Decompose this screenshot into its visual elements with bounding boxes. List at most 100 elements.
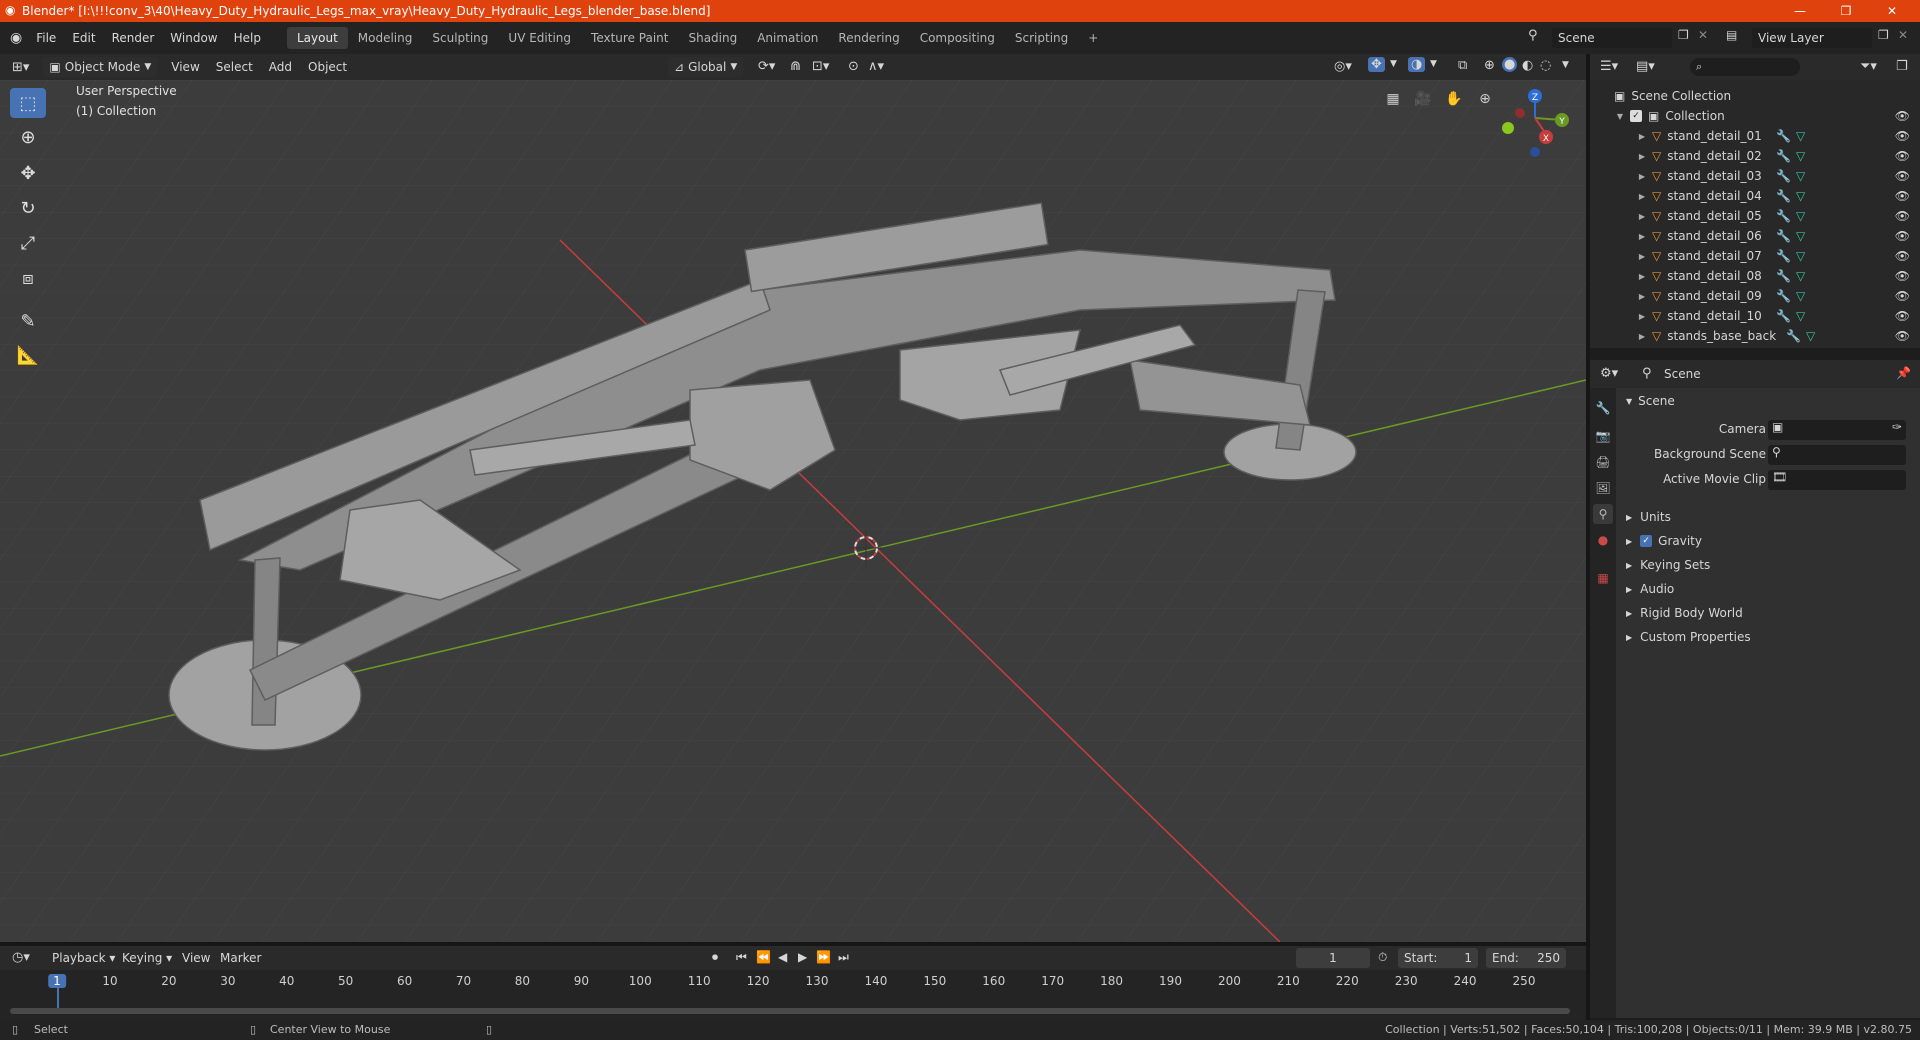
- expand-arrow-icon[interactable]: ▶: [1636, 332, 1648, 341]
- outliner-collection[interactable]: ▼ ✓ ▣ Collection 👁: [1590, 106, 1920, 126]
- jump-start-button[interactable]: ⏮: [736, 950, 747, 965]
- modifier-icon[interactable]: 🔧: [1776, 189, 1791, 203]
- properties-section-units[interactable]: ▶ Units: [1626, 506, 1671, 528]
- viewport-menu-view[interactable]: View: [163, 57, 207, 77]
- editor-type-icon[interactable]: ⊞▾: [12, 60, 29, 75]
- outliner-object-row[interactable]: ▶ ▽ stand_detail_02 🔧 ▽ 👁: [1590, 146, 1920, 166]
- minimize-button[interactable]: —: [1780, 0, 1820, 22]
- play-button[interactable]: ▶: [798, 950, 807, 964]
- scale-tool[interactable]: ⤢: [10, 228, 46, 258]
- background-scene-field[interactable]: ⚲: [1768, 445, 1906, 465]
- outliner-object-row[interactable]: ▶ ▽ stand_detail_01 🔧 ▽ 👁: [1590, 126, 1920, 146]
- tool-tab-icon[interactable]: 🔧: [1593, 398, 1613, 418]
- scene-panel-header[interactable]: ▼ Scene: [1626, 390, 1675, 412]
- area-separator[interactable]: [1586, 54, 1590, 1020]
- add-workspace-button[interactable]: +: [1078, 27, 1108, 49]
- scene-selector-icon[interactable]: ⚲: [1528, 28, 1538, 43]
- eye-icon[interactable]: 👁: [1895, 189, 1910, 203]
- cursor-tool[interactable]: ⊕: [10, 122, 46, 152]
- expand-arrow-icon[interactable]: ▶: [1636, 252, 1648, 261]
- wireframe-shading-icon[interactable]: ⊕: [1484, 58, 1495, 73]
- mesh-data-icon[interactable]: ▽: [1796, 229, 1805, 243]
- modifier-icon[interactable]: 🔧: [1786, 329, 1801, 343]
- modifier-icon[interactable]: 🔧: [1776, 309, 1791, 323]
- outliner-object-row[interactable]: ▶ ▽ stand_detail_08 🔧 ▽ 👁: [1590, 266, 1920, 286]
- expand-arrow-icon[interactable]: ▶: [1636, 292, 1648, 301]
- gizmo-toggle-icon[interactable]: ✥: [1368, 57, 1385, 72]
- outliner-object-row[interactable]: ▶ ▽ stand_detail_07 🔧 ▽ 👁: [1590, 246, 1920, 266]
- modifier-icon[interactable]: 🔧: [1776, 249, 1791, 263]
- mesh-data-icon[interactable]: ▽: [1796, 289, 1805, 303]
- visibility-icon[interactable]: ◎▾: [1334, 59, 1352, 74]
- expand-arrow-icon[interactable]: ▶: [1636, 132, 1648, 141]
- outliner-object-row[interactable]: ▶ ▽ stands_base_back 🔧 ▽ 👁: [1590, 326, 1920, 346]
- eye-icon[interactable]: 👁: [1895, 289, 1910, 303]
- mesh-data-icon[interactable]: ▽: [1796, 309, 1805, 323]
- workspace-tab-uv-editing[interactable]: UV Editing: [498, 27, 581, 49]
- zoom-view-icon[interactable]: ⊕: [1472, 86, 1498, 112]
- scene-selector[interactable]: Scene: [1552, 28, 1672, 48]
- workspace-tab-modeling[interactable]: Modeling: [348, 27, 423, 49]
- modifier-icon[interactable]: 🔧: [1776, 289, 1791, 303]
- annotate-tool[interactable]: ✎: [10, 306, 46, 336]
- properties-section-keying-sets[interactable]: ▶ Keying Sets: [1626, 554, 1710, 576]
- workspace-tab-shading[interactable]: Shading: [678, 27, 747, 49]
- output-tab-icon[interactable]: 🖨: [1593, 452, 1613, 472]
- timeline-panel[interactable]: 1 10 20 30 40 50 60 70 80 90 100 110 120 130 140 150 160…: [0, 970, 1586, 1020]
- texture-tab-icon[interactable]: ▦: [1593, 568, 1613, 588]
- object-mode-dropdown[interactable]: ▣ Object Mode ▼: [43, 57, 158, 77]
- scene-delete-icon[interactable]: ✕: [1698, 28, 1708, 42]
- toggle-camera-grid-icon[interactable]: ▦: [1380, 86, 1406, 112]
- view-layer-icon[interactable]: ▤: [1726, 28, 1737, 42]
- menu-render[interactable]: Render: [104, 28, 163, 48]
- outliner-object-row[interactable]: ▶ ▽ stand_detail_03 🔧 ▽ 👁: [1590, 166, 1920, 186]
- eye-icon[interactable]: 👁: [1895, 129, 1910, 143]
- gizmo-dropdown-icon[interactable]: ▼: [1390, 59, 1397, 69]
- view-layer-new-icon[interactable]: ❐: [1878, 28, 1889, 42]
- workspace-tab-layout[interactable]: Layout: [286, 27, 348, 49]
- filter-icon[interactable]: ⏷▾: [1860, 59, 1877, 74]
- 3d-viewport[interactable]: Z Y X ⬚ ⊕ ✥ ↻ ⤢ ⧈ ✎ 📐 User Perspective (…: [0, 80, 1586, 942]
- rendered-shading-icon[interactable]: ◌: [1540, 58, 1551, 73]
- expand-arrow-icon[interactable]: ▶: [1636, 172, 1648, 181]
- checkbox-icon[interactable]: ✓: [1630, 110, 1642, 122]
- overlays-toggle-icon[interactable]: ◑: [1408, 57, 1426, 72]
- mesh-data-icon[interactable]: ▽: [1796, 129, 1805, 143]
- start-frame-field[interactable]: Start: 1: [1398, 948, 1478, 968]
- viewport-menu-object[interactable]: Object: [300, 57, 355, 77]
- falloff-icon[interactable]: ∧▾: [868, 59, 884, 74]
- eye-icon[interactable]: 👁: [1895, 149, 1910, 163]
- timeline-menu-keying[interactable]: Keying ▾: [114, 948, 180, 968]
- mesh-data-icon[interactable]: ▽: [1796, 269, 1805, 283]
- solid-shading-icon[interactable]: ●: [1502, 57, 1518, 72]
- measure-tool[interactable]: 📐: [10, 340, 46, 370]
- modifier-icon[interactable]: 🔧: [1776, 269, 1791, 283]
- eye-icon[interactable]: 👁: [1895, 109, 1910, 123]
- snap-target-icon[interactable]: ⊡▾: [812, 59, 829, 74]
- workspace-tab-animation[interactable]: Animation: [747, 27, 828, 49]
- select-box-tool[interactable]: ⬚: [10, 88, 46, 118]
- outliner-search-input[interactable]: ⌕: [1690, 58, 1800, 76]
- properties-editor-type-icon[interactable]: ⚙▾: [1600, 366, 1618, 381]
- eye-icon[interactable]: 👁: [1895, 229, 1910, 243]
- area-separator[interactable]: [0, 942, 1586, 946]
- world-tab-icon[interactable]: ●: [1593, 530, 1613, 550]
- pivot-point-icon[interactable]: ⟳▾: [758, 59, 775, 74]
- camera-view-icon[interactable]: 🎥: [1410, 86, 1436, 112]
- close-button[interactable]: ✕: [1872, 0, 1912, 22]
- timeline-menu-playback[interactable]: Playback ▾: [44, 948, 123, 968]
- view-layer-delete-icon[interactable]: ✕: [1898, 28, 1908, 42]
- eye-icon[interactable]: 👁: [1895, 169, 1910, 183]
- blender-menu-icon[interactable]: ◉: [10, 30, 22, 46]
- snap-icon[interactable]: ⋒: [790, 59, 801, 74]
- mesh-data-icon[interactable]: ▽: [1796, 189, 1805, 203]
- active-movie-clip-field[interactable]: 🎞: [1768, 470, 1906, 490]
- material-shading-icon[interactable]: ◐: [1522, 58, 1533, 73]
- menu-file[interactable]: File: [28, 28, 64, 48]
- modifier-icon[interactable]: 🔧: [1776, 149, 1791, 163]
- eye-icon[interactable]: 👁: [1895, 309, 1910, 323]
- eye-icon[interactable]: 👁: [1895, 249, 1910, 263]
- eye-icon[interactable]: 👁: [1895, 269, 1910, 283]
- viewport-menu-select[interactable]: Select: [208, 57, 261, 77]
- modifier-icon[interactable]: 🔧: [1776, 129, 1791, 143]
